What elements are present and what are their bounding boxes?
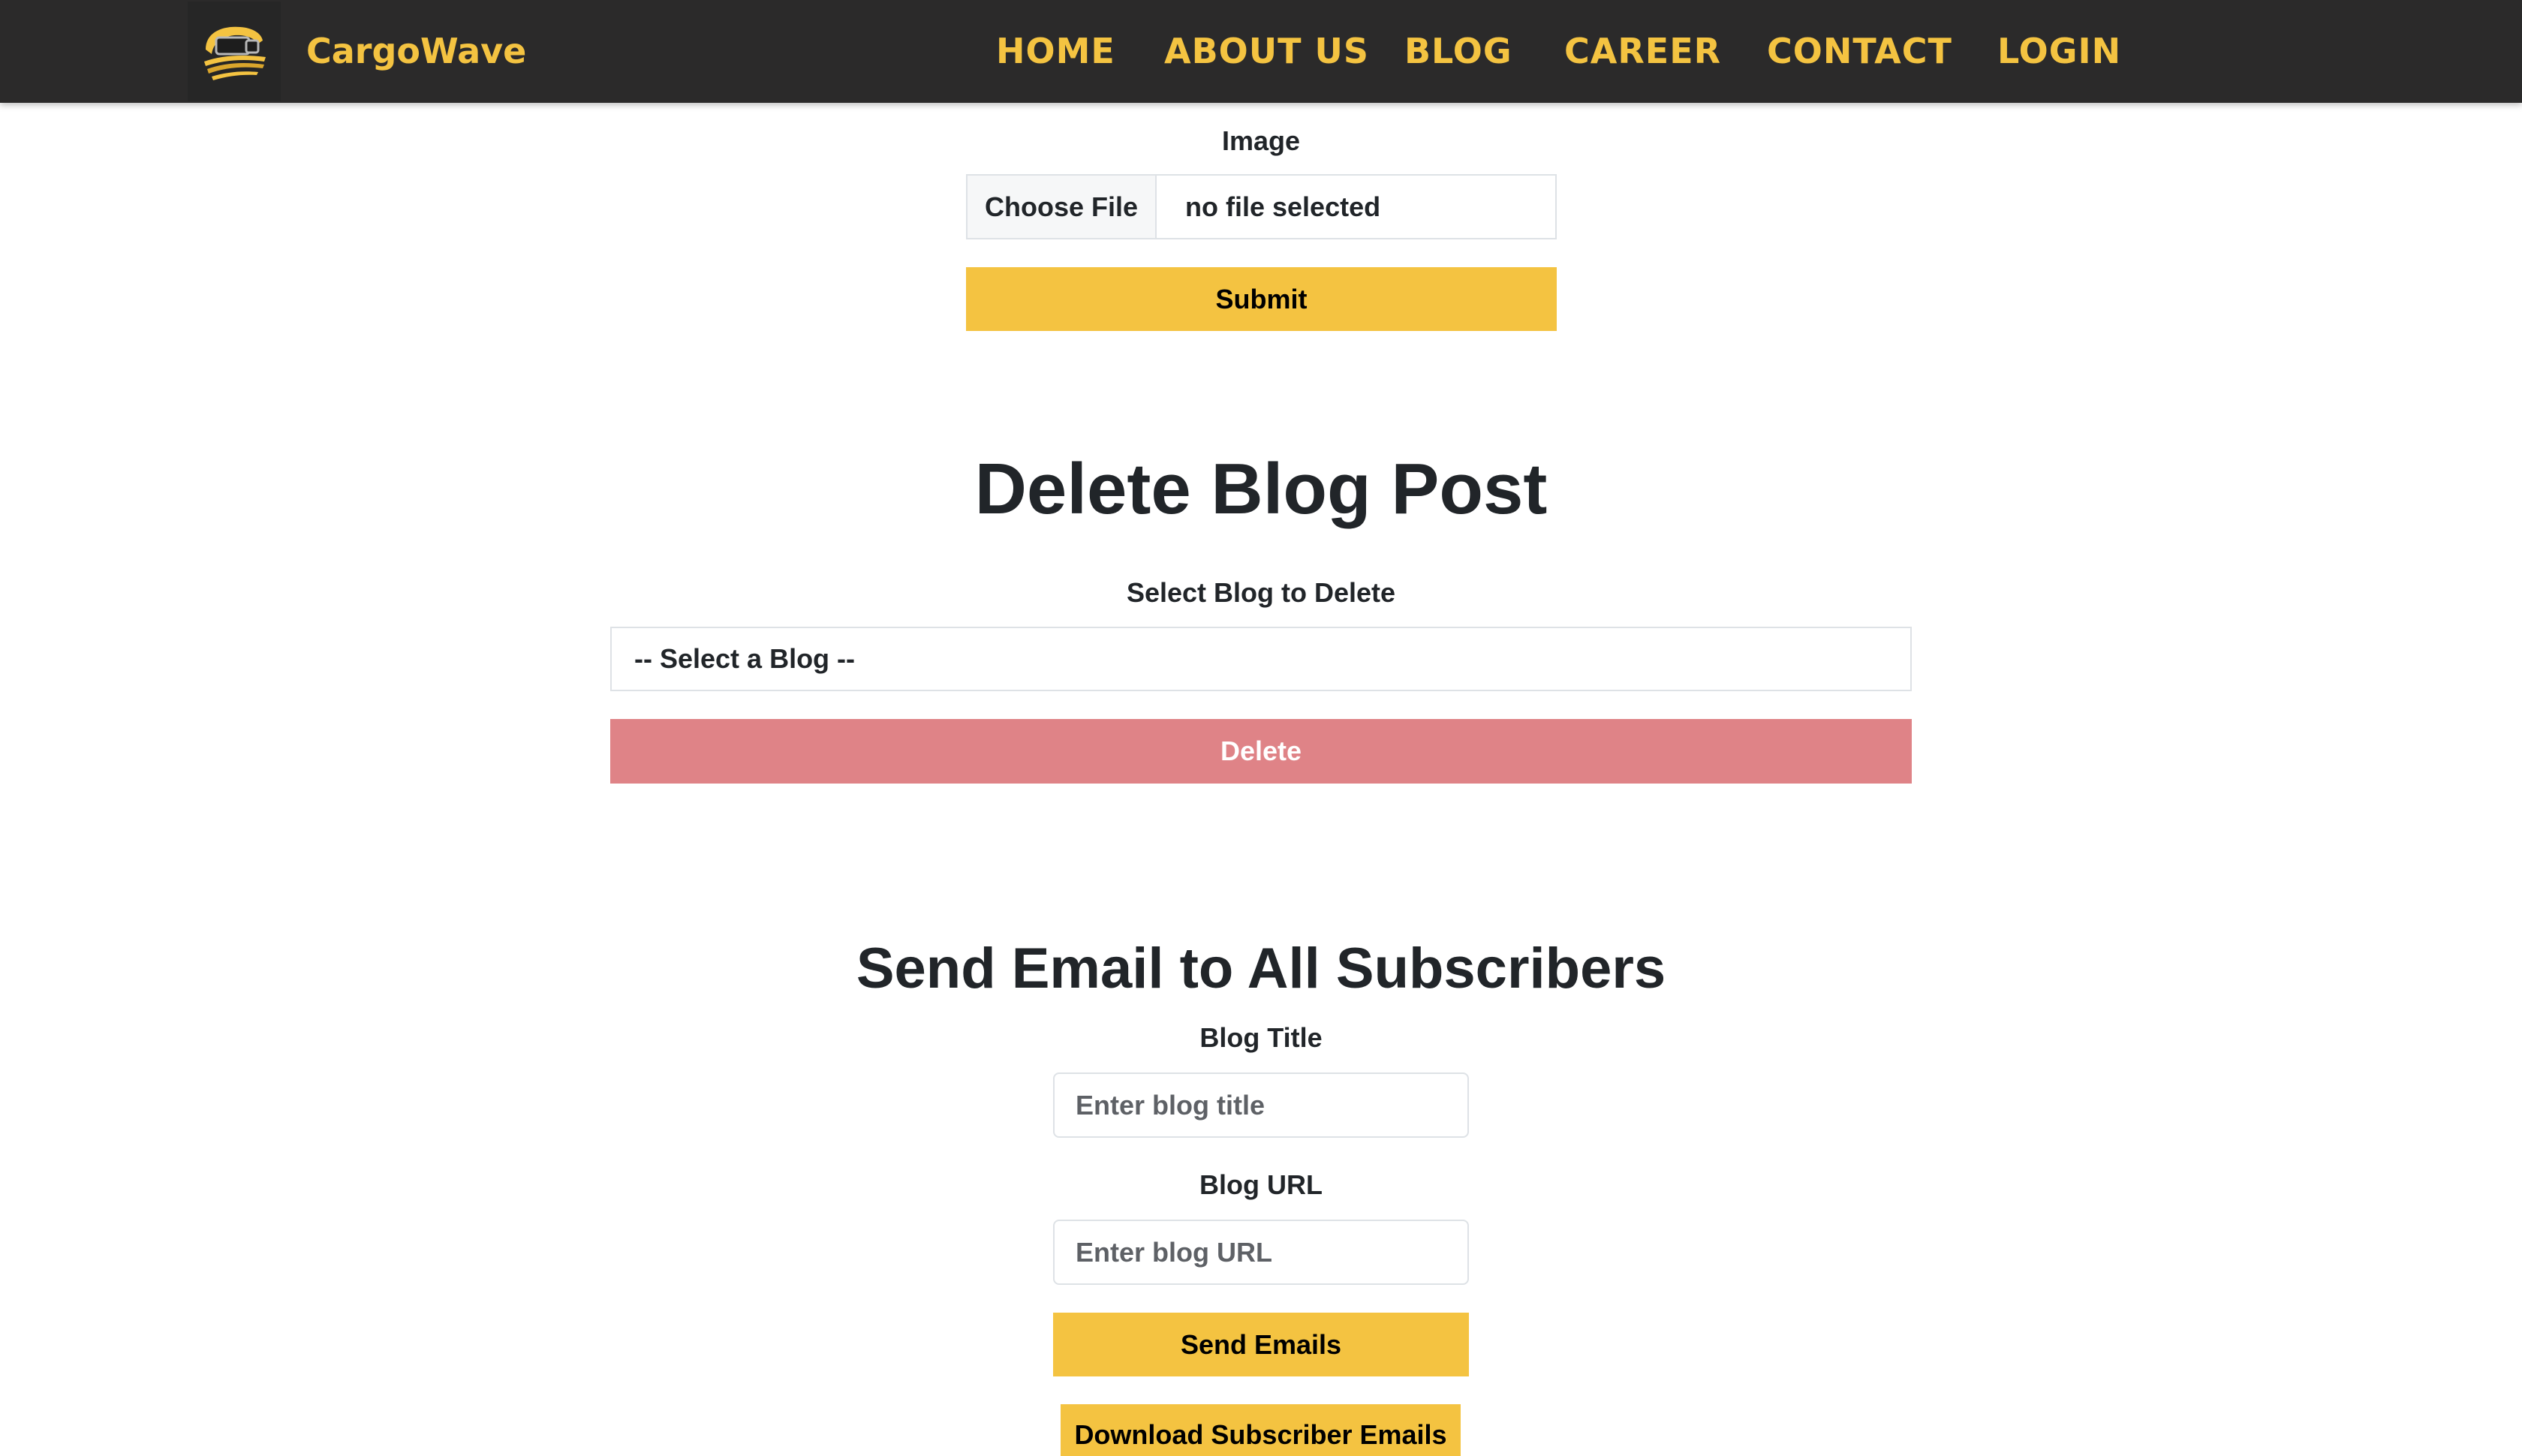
brand-name[interactable]: CargoWave	[306, 30, 526, 72]
submit-button[interactable]: Submit	[966, 267, 1557, 331]
nav-item-career[interactable]: CAREER	[1564, 30, 1721, 72]
image-label: Image	[1221, 125, 1301, 156]
file-status-text: no file selected	[1185, 191, 1381, 222]
delete-blog-heading: Delete Blog Post	[974, 449, 1548, 529]
file-input[interactable]: Choose File no file selected	[966, 174, 1557, 239]
blog-title-input[interactable]	[1053, 1072, 1469, 1138]
choose-file-button[interactable]: Choose File	[968, 176, 1157, 238]
nav-item-blog[interactable]: BLOG	[1404, 30, 1512, 72]
send-emails-button[interactable]: Send Emails	[1053, 1313, 1469, 1376]
blog-url-label: Blog URL	[1199, 1169, 1323, 1200]
delete-button[interactable]: Delete	[610, 719, 1912, 784]
download-subscriber-emails-button[interactable]: Download Subscriber Emails	[1061, 1404, 1461, 1456]
blog-url-input[interactable]	[1053, 1220, 1469, 1285]
nav-item-contact[interactable]: CONTACT	[1767, 30, 1952, 72]
brand-logo[interactable]	[188, 2, 281, 101]
nav-item-login[interactable]: LOGIN	[1997, 30, 2121, 72]
select-blog-label: Select Blog to Delete	[1126, 577, 1396, 608]
send-email-heading: Send Email to All Subscribers	[856, 937, 1666, 1000]
nav-item-about-us[interactable]: ABOUT US	[1164, 30, 1369, 72]
blog-title-label: Blog Title	[1199, 1022, 1323, 1053]
nav-item-home[interactable]: HOME	[996, 30, 1115, 72]
blog-select[interactable]: -- Select a Blog --	[610, 627, 1912, 691]
truck-logo-icon	[204, 26, 266, 80]
navbar: CargoWave HOME ABOUT US BLOG CAREER CONT…	[0, 0, 2522, 103]
